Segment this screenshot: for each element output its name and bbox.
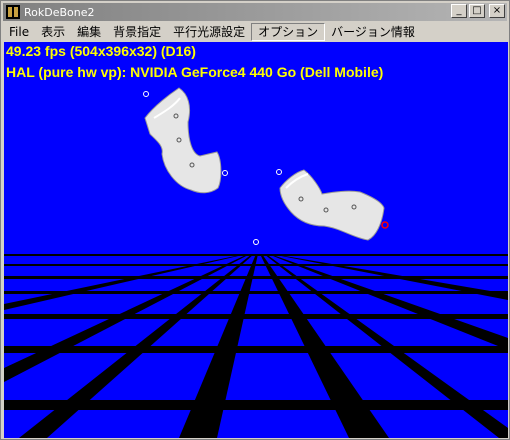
menu-edit[interactable]: 編集 <box>71 23 107 41</box>
window-controls: _ □ × <box>451 4 505 18</box>
menu-directional-light[interactable]: 平行光源設定 <box>167 23 251 41</box>
menu-bar: File 表示 編集 背景指定 平行光源設定 オプション バージョン情報 <box>3 22 507 42</box>
menu-view[interactable]: 表示 <box>35 23 71 41</box>
title-bar[interactable]: RokDeBone2 _ □ × <box>3 3 507 21</box>
mesh-left-body[interactable] <box>144 87 222 194</box>
floor-grid <box>4 254 508 410</box>
scene-canvas[interactable] <box>4 42 508 438</box>
joint-right-1[interactable] <box>276 169 282 175</box>
menu-version-info[interactable]: バージョン情報 <box>325 23 421 41</box>
fps-readout: 49.23 fps (504x396x32) (D16) <box>6 43 196 59</box>
bone-mesh-right[interactable] <box>276 169 389 241</box>
menu-file[interactable]: File <box>3 23 35 41</box>
3d-viewport[interactable]: 49.23 fps (504x396x32) (D16) HAL (pure h… <box>4 42 508 438</box>
grid-ray-7 <box>4 254 247 310</box>
menu-options[interactable]: オプション <box>251 23 326 41</box>
minimize-button[interactable]: _ <box>451 4 467 18</box>
root-joint[interactable] <box>253 239 259 245</box>
menu-background[interactable]: 背景指定 <box>107 23 167 41</box>
grid-line-h6 <box>4 346 508 353</box>
joint-left-1[interactable] <box>143 91 149 97</box>
window-title: RokDeBone2 <box>24 5 95 19</box>
bone-mesh-left[interactable] <box>143 87 228 194</box>
joint-left-end[interactable] <box>222 170 228 176</box>
close-button[interactable]: × <box>489 4 505 18</box>
maximize-button[interactable]: □ <box>469 4 485 18</box>
joint-right-selected[interactable] <box>381 221 389 229</box>
app-window: RokDeBone2 _ □ × File 表示 編集 背景指定 平行光源設定 … <box>0 0 510 440</box>
device-readout: HAL (pure hw vp): NVIDIA GeForce4 440 Go… <box>6 64 384 80</box>
grid-line-h2 <box>4 264 508 266</box>
app-icon[interactable] <box>6 5 20 19</box>
grid-line-h3 <box>4 276 508 279</box>
